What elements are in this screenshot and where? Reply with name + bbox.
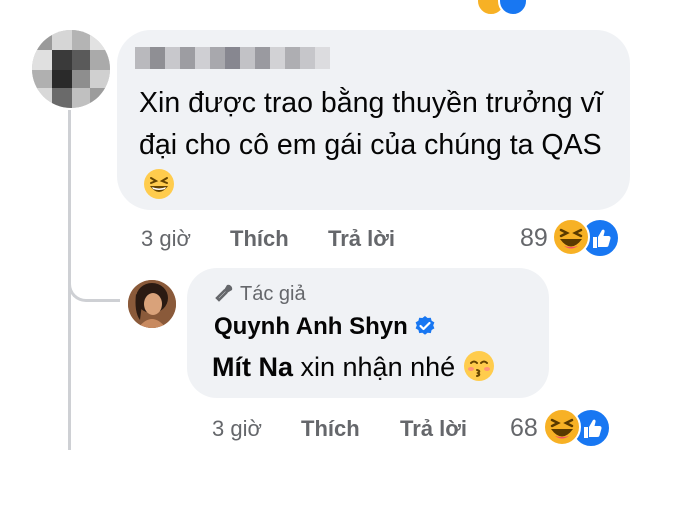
verified-badge-icon bbox=[414, 315, 436, 344]
microphone-icon bbox=[214, 283, 234, 309]
commenter-avatar[interactable] bbox=[32, 30, 110, 108]
comment-time[interactable]: 3 giờ bbox=[141, 226, 191, 252]
reaction-count[interactable]: 89 bbox=[520, 224, 548, 253]
comment-text: Xin được trao bằng thuyền trưởng vĩ đại … bbox=[139, 82, 619, 212]
thread-connector bbox=[68, 270, 120, 302]
top-reactions[interactable] bbox=[472, 0, 532, 18]
grinning-squint-emoji bbox=[143, 168, 175, 212]
like-icon bbox=[498, 0, 528, 16]
reply-reaction-icons[interactable] bbox=[543, 408, 613, 448]
reply-button[interactable]: Trả lời bbox=[328, 226, 395, 252]
reaction-icons[interactable] bbox=[552, 218, 622, 258]
reply-time[interactable]: 3 giờ bbox=[212, 416, 262, 442]
reply-author[interactable]: Quynh Anh Shyn bbox=[214, 313, 436, 344]
reply-reaction-count[interactable]: 68 bbox=[510, 414, 538, 443]
kissing-smiling-eyes-emoji bbox=[463, 350, 495, 389]
author-badge: Tác giả bbox=[214, 283, 306, 309]
mention-link[interactable]: Mít Na bbox=[212, 352, 293, 382]
author-avatar[interactable] bbox=[128, 280, 176, 328]
like-button[interactable]: Thích bbox=[230, 226, 289, 252]
reply-like-button[interactable]: Thích bbox=[301, 416, 360, 442]
reply-text: Mít Na xin nhận nhé bbox=[212, 350, 495, 389]
haha-icon bbox=[552, 218, 590, 261]
haha-icon bbox=[543, 408, 581, 451]
blurred-author-name[interactable] bbox=[135, 43, 330, 73]
reply-reply-button[interactable]: Trả lời bbox=[400, 416, 467, 442]
